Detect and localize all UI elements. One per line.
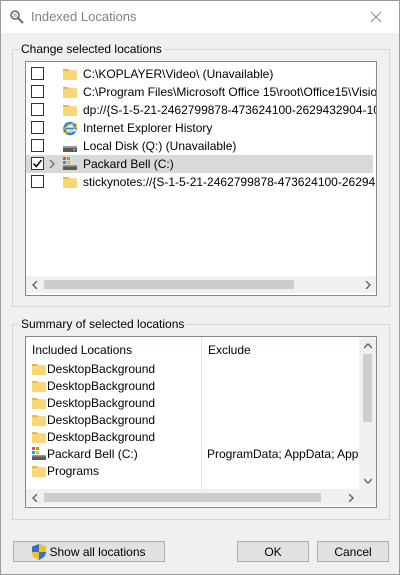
location-label: C:\Program Files\Microsoft Office 15\roo… — [83, 85, 377, 99]
summary-row[interactable]: DesktopBackground — [31, 395, 371, 412]
change-locations-group: Change selected locations C:\KOPLAYER\Vi… — [12, 42, 390, 307]
location-row[interactable]: C:\Program Files\Microsoft Office 15\roo… — [26, 83, 376, 101]
system-drive-icon — [62, 156, 78, 172]
locations-tree[interactable]: C:\KOPLAYER\Video\ (Unavailable) C:\Progr… — [25, 61, 377, 296]
folder-icon — [62, 84, 78, 100]
scroll-right-icon[interactable] — [359, 276, 376, 293]
included-location-label: DesktopBackground — [47, 413, 156, 427]
close-button[interactable] — [353, 1, 399, 33]
exclude-header[interactable]: Exclude — [208, 343, 251, 357]
internet-explorer-icon — [62, 120, 78, 136]
included-location-label: DesktopBackground — [47, 430, 156, 444]
scroll-down-icon[interactable] — [359, 472, 376, 489]
summary-list[interactable]: Included Locations Exclude DesktopBackgr… — [25, 336, 377, 508]
location-label: C:\KOPLAYER\Video\ (Unavailable) — [83, 67, 274, 81]
window-title: Indexed Locations — [31, 9, 137, 24]
drive-icon — [62, 138, 78, 154]
folder-icon — [31, 361, 47, 377]
horizontal-scroll-thumb[interactable] — [44, 280, 294, 289]
shield-icon — [32, 543, 47, 560]
included-location-label: DesktopBackground — [47, 362, 156, 376]
location-checkbox[interactable] — [31, 121, 44, 134]
location-label: stickynotes://{S-1-5-21-2462799878-47362… — [83, 175, 377, 189]
summary-scroll-left-icon[interactable] — [26, 489, 43, 506]
summary-row[interactable]: DesktopBackground — [31, 361, 371, 378]
folder-icon — [62, 174, 78, 190]
folder-icon — [31, 412, 47, 428]
folder-icon — [31, 395, 47, 411]
included-location-label: Packard Bell (C:) — [47, 447, 138, 461]
location-row[interactable]: Local Disk (Q:) (Unavailable) — [26, 137, 373, 155]
location-checkbox[interactable] — [31, 67, 44, 80]
summary-horizontal-scroll-thumb[interactable] — [44, 493, 321, 502]
summary-group: Summary of selected locations Included L… — [12, 317, 390, 520]
expand-chevron-icon[interactable] — [47, 158, 57, 170]
scroll-up-icon[interactable] — [359, 337, 376, 354]
summary-row[interactable]: Programs — [31, 463, 371, 480]
location-checkbox[interactable] — [31, 139, 44, 152]
ok-label: OK — [264, 544, 282, 559]
title-bar: Indexed Locations — [1, 1, 399, 33]
summary-scroll-right-icon[interactable] — [342, 489, 359, 506]
summary-vertical-scrollbar[interactable] — [359, 337, 376, 489]
cancel-label: Cancel — [334, 544, 372, 559]
cancel-button[interactable]: Cancel — [317, 541, 389, 562]
summary-row[interactable]: DesktopBackground — [31, 378, 371, 395]
scroll-left-icon[interactable] — [26, 276, 43, 293]
ok-button[interactable]: OK — [237, 541, 309, 562]
show-all-locations-label: Show all locations — [49, 544, 146, 559]
included-location-label: Programs — [47, 464, 100, 478]
indexing-options-icon — [9, 9, 25, 25]
location-label: Packard Bell (C:) — [83, 157, 174, 171]
summary-horizontal-scrollbar[interactable] — [26, 489, 359, 506]
included-locations-header[interactable]: Included Locations — [32, 343, 132, 357]
location-checkbox[interactable] — [31, 157, 44, 170]
vertical-scroll-thumb[interactable] — [363, 354, 372, 422]
folder-icon — [31, 378, 47, 394]
location-row[interactable]: stickynotes://{S-1-5-21-2462799878-47362… — [26, 173, 376, 191]
close-icon — [370, 11, 382, 23]
location-row[interactable]: C:\KOPLAYER\Video\ (Unavailable) — [26, 65, 373, 83]
check-icon — [32, 159, 43, 168]
location-row[interactable]: dp://{S-1-5-21-2462799878-473624100-2629… — [26, 101, 376, 119]
location-checkbox[interactable] — [31, 103, 44, 116]
folder-icon — [62, 102, 78, 118]
indexed-locations-dialog: Indexed Locations Change selected locati… — [0, 0, 400, 575]
folder-icon — [62, 66, 78, 82]
location-checkbox[interactable] — [31, 175, 44, 188]
show-all-locations-button[interactable]: Show all locations — [13, 541, 165, 562]
locations-horizontal-scrollbar[interactable] — [26, 276, 376, 293]
change-locations-legend: Change selected locations — [19, 42, 164, 57]
summary-row[interactable]: DesktopBackground — [31, 429, 371, 446]
location-label: dp://{S-1-5-21-2462799878-473624100-2629… — [83, 103, 377, 117]
exclude-label: ProgramData; AppData; AppD... — [207, 447, 377, 461]
summary-legend: Summary of selected locations — [19, 317, 187, 332]
scroll-corner — [359, 489, 376, 506]
location-checkbox[interactable] — [31, 85, 44, 98]
summary-row[interactable]: DesktopBackground — [31, 412, 371, 429]
folder-icon — [31, 463, 47, 479]
location-row[interactable]: Packard Bell (C:) — [26, 155, 373, 173]
system-drive-icon — [31, 446, 47, 462]
folder-icon — [31, 429, 47, 445]
location-row[interactable]: Internet Explorer History — [26, 119, 373, 137]
location-label: Local Disk (Q:) (Unavailable) — [83, 139, 237, 153]
included-location-label: DesktopBackground — [47, 396, 156, 410]
summary-row[interactable]: Packard Bell (C:) ProgramData; AppData; A… — [31, 446, 376, 463]
location-label: Internet Explorer History — [83, 121, 213, 135]
included-location-label: DesktopBackground — [47, 379, 156, 393]
